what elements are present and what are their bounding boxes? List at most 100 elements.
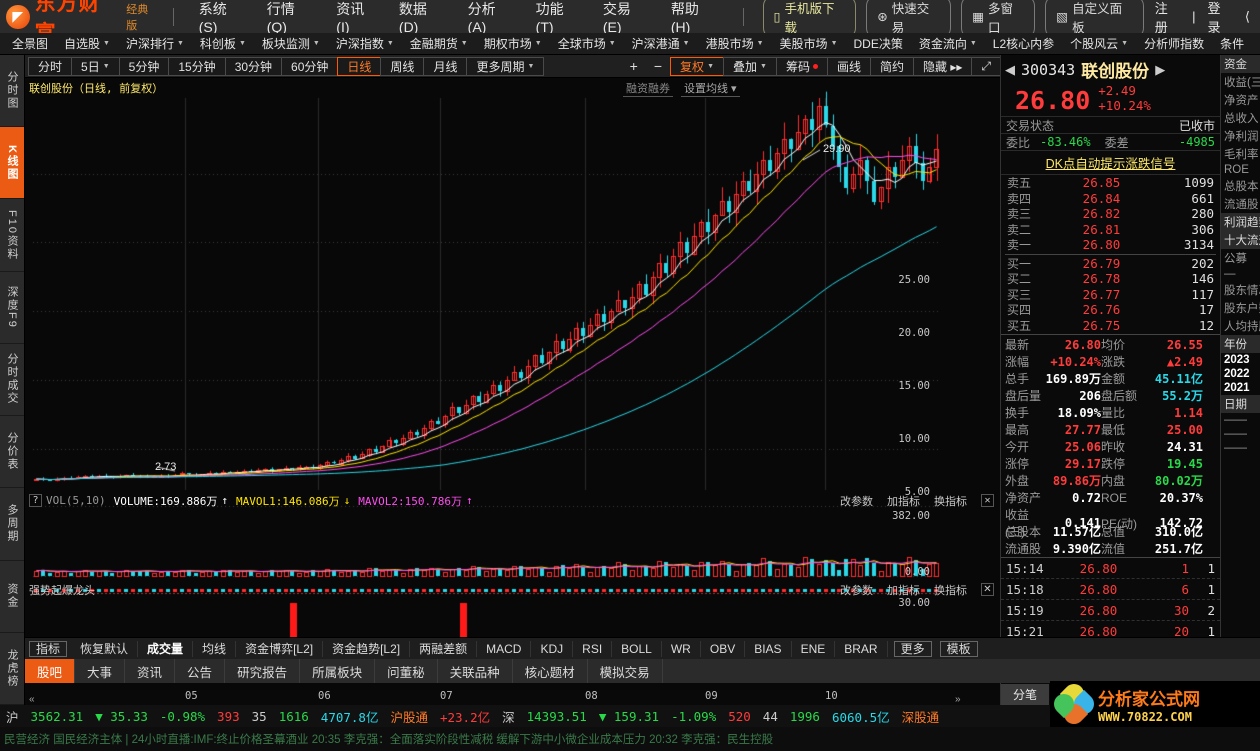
right-rail-header[interactable]: 十大流通 xyxy=(1221,231,1260,249)
indicator-template-button[interactable]: 模板 xyxy=(940,641,978,657)
news-ticker[interactable]: 民营经济 国民经济主体 | 24小时直播:IMF:终止价格圣幕酒业 20:35 … xyxy=(0,727,1260,751)
custom-switch-indicator-button[interactable]: 换指标 xyxy=(934,582,967,598)
nav-item-5[interactable]: 沪深指数▼ xyxy=(328,35,402,52)
vol-add-indicator-button[interactable]: 加指标 xyxy=(887,493,920,509)
nav-item-10[interactable]: 港股市场▼ xyxy=(698,35,772,52)
period-button-more[interactable]: 更多周期▼ xyxy=(466,57,544,76)
register-link[interactable]: 注册 xyxy=(1149,0,1186,36)
prev-stock-icon[interactable]: ◀ xyxy=(1005,62,1015,78)
nav-item-11[interactable]: 美股市场▼ xyxy=(772,35,846,52)
vol-change-params-button[interactable]: 改参数 xyxy=(840,493,873,509)
nav-item-15[interactable]: 个股风云▼ xyxy=(1062,35,1136,52)
indicator-tab[interactable]: 均线 xyxy=(193,641,236,657)
bottom-tab-大事[interactable]: 大事 xyxy=(75,659,125,683)
simple-mode-button[interactable]: 简约 xyxy=(870,57,914,76)
bottom-tab-公告[interactable]: 公告 xyxy=(175,659,225,683)
sidebar-item-timeshare[interactable]: 分时图 xyxy=(0,55,24,127)
right-rail-header[interactable]: 年份 xyxy=(1221,335,1260,353)
nav-item-4[interactable]: 板块监测▼ xyxy=(254,35,328,52)
drawline-button[interactable]: 画线 xyxy=(827,57,871,76)
nav-item-0[interactable]: 全景图 xyxy=(4,35,56,52)
sidebar-item-pricetable[interactable]: 分价表 xyxy=(0,416,24,488)
chart-area[interactable]: 联创股份（日线, 前复权） 融资融券 设置均线 ▾ 25.00 20.00 15… xyxy=(25,78,1000,705)
indicator-tab[interactable]: 资金博弈[L2] xyxy=(236,641,323,657)
menu-analysis[interactable]: 分析(A) xyxy=(457,0,525,35)
scroll-left-button[interactable]: « xyxy=(29,693,35,705)
sidebar-item-capital[interactable]: 资金 xyxy=(0,561,24,633)
indicator-lead-button[interactable]: 指标 xyxy=(29,641,67,657)
period-button-60min[interactable]: 60分钟 xyxy=(281,57,338,76)
help-icon[interactable]: ? xyxy=(29,494,42,507)
menu-system[interactable]: 系统(S) xyxy=(188,0,256,35)
indicator-tab[interactable]: BIAS xyxy=(745,641,791,657)
nav-item-13[interactable]: 资金流向▼ xyxy=(911,35,985,52)
menu-data[interactable]: 数据(D) xyxy=(388,0,457,35)
sidebar-item-kline[interactable]: K线图 xyxy=(0,127,24,199)
sidebar-item-multiperiod[interactable]: 多周期 xyxy=(0,488,24,560)
custom-change-params-button[interactable]: 改参数 xyxy=(840,582,873,598)
zoom-out-button[interactable]: − xyxy=(646,58,670,74)
user-icon[interactable]: ⟨ xyxy=(1239,9,1256,25)
period-button-30min[interactable]: 30分钟 xyxy=(225,57,282,76)
menu-quotes[interactable]: 行情(Q) xyxy=(256,0,326,35)
period-button-monthly[interactable]: 月线 xyxy=(423,57,467,76)
nav-item-8[interactable]: 全球市场▼ xyxy=(550,35,624,52)
menu-help[interactable]: 帮助(H) xyxy=(660,0,729,35)
menu-trade[interactable]: 交易(E) xyxy=(592,0,660,35)
close-icon[interactable]: ✕ xyxy=(981,583,994,596)
adjust-price-button[interactable]: 复权▼ xyxy=(670,57,724,76)
zoom-in-button[interactable]: + xyxy=(622,58,646,74)
indicator-tab[interactable]: ENE xyxy=(792,641,836,657)
right-rail-header[interactable]: 利润趋势 xyxy=(1221,213,1260,231)
indicator-tab[interactable]: RSI xyxy=(573,641,612,657)
nav-item-14[interactable]: L2核心内参 xyxy=(985,35,1062,52)
scroll-right-button[interactable]: » xyxy=(955,693,961,705)
bottom-tab-股吧[interactable]: 股吧 xyxy=(25,659,75,683)
indicator-tab[interactable]: 成交量 xyxy=(138,641,193,657)
indicator-tab[interactable]: BRAR xyxy=(835,641,887,657)
indicator-more-button[interactable]: 更多 xyxy=(894,641,932,657)
bottom-tab-问董秘[interactable]: 问董秘 xyxy=(375,659,438,683)
nav-item-2[interactable]: 沪深排行▼ xyxy=(118,35,192,52)
indicator-tab[interactable]: WR xyxy=(662,641,701,657)
nav-item-1[interactable]: 自选股▼ xyxy=(56,35,118,52)
nav-item-7[interactable]: 期权市场▼ xyxy=(476,35,550,52)
right-rail-header[interactable]: 日期 xyxy=(1221,395,1260,413)
nav-item-16[interactable]: 分析师指数 xyxy=(1136,35,1212,52)
period-button-weekly[interactable]: 周线 xyxy=(380,57,424,76)
indicator-tab[interactable]: KDJ xyxy=(531,641,573,657)
nav-item-17[interactable]: 条件 xyxy=(1212,35,1252,52)
bottom-tab-关联品种[interactable]: 关联品种 xyxy=(438,659,513,683)
bottom-tab-资讯[interactable]: 资讯 xyxy=(125,659,175,683)
hide-button[interactable]: 隐藏 ▸▸ xyxy=(913,57,972,76)
overlay-button[interactable]: 叠加▼ xyxy=(723,57,777,76)
sidebar-item-dragontiger[interactable]: 龙虎榜 xyxy=(0,633,24,705)
indicator-tab[interactable]: BOLL xyxy=(612,641,662,657)
menu-functions[interactable]: 功能(T) xyxy=(525,0,592,35)
dk-signal-banner[interactable]: DK点自动提示涨跌信号 xyxy=(1001,150,1220,175)
vol-switch-indicator-button[interactable]: 换指标 xyxy=(934,493,967,509)
bottom-tab-所属板块[interactable]: 所属板块 xyxy=(300,659,375,683)
period-button-15min[interactable]: 15分钟 xyxy=(168,57,225,76)
login-link[interactable]: 登录 xyxy=(1202,0,1239,36)
bottom-tab-模拟交易[interactable]: 模拟交易 xyxy=(588,659,663,683)
indicator-tab[interactable]: 资金趋势[L2] xyxy=(323,641,410,657)
nav-item-3[interactable]: 科创板▼ xyxy=(192,35,254,52)
menu-news[interactable]: 资讯(I) xyxy=(325,0,388,35)
right-rail-header[interactable]: 资金 xyxy=(1221,55,1260,73)
bottom-tab-核心题材[interactable]: 核心题材 xyxy=(513,659,588,683)
bottom-tab-研究报告[interactable]: 研究报告 xyxy=(225,659,300,683)
expand-icon[interactable]: ⤢ xyxy=(971,57,1001,76)
margin-trading-button[interactable]: 融资融券 xyxy=(623,80,673,97)
set-ma-button[interactable]: 设置均线 ▾ xyxy=(681,80,740,97)
tab-ticks[interactable]: 分笔 xyxy=(1001,684,1049,705)
nav-item-9[interactable]: 沪深港通▼ xyxy=(624,35,698,52)
next-stock-icon[interactable]: ▶ xyxy=(1155,62,1165,78)
nav-item-12[interactable]: DDE决策 xyxy=(846,35,911,52)
period-button-5min[interactable]: 5分钟 xyxy=(119,57,170,76)
close-icon[interactable]: ✕ xyxy=(981,494,994,507)
indicator-tab[interactable]: OBV xyxy=(701,641,745,657)
nav-item-6[interactable]: 金融期货▼ xyxy=(402,35,476,52)
period-button-daily[interactable]: 日线 xyxy=(337,57,381,76)
sidebar-item-f10[interactable]: F10资料 xyxy=(0,199,24,271)
